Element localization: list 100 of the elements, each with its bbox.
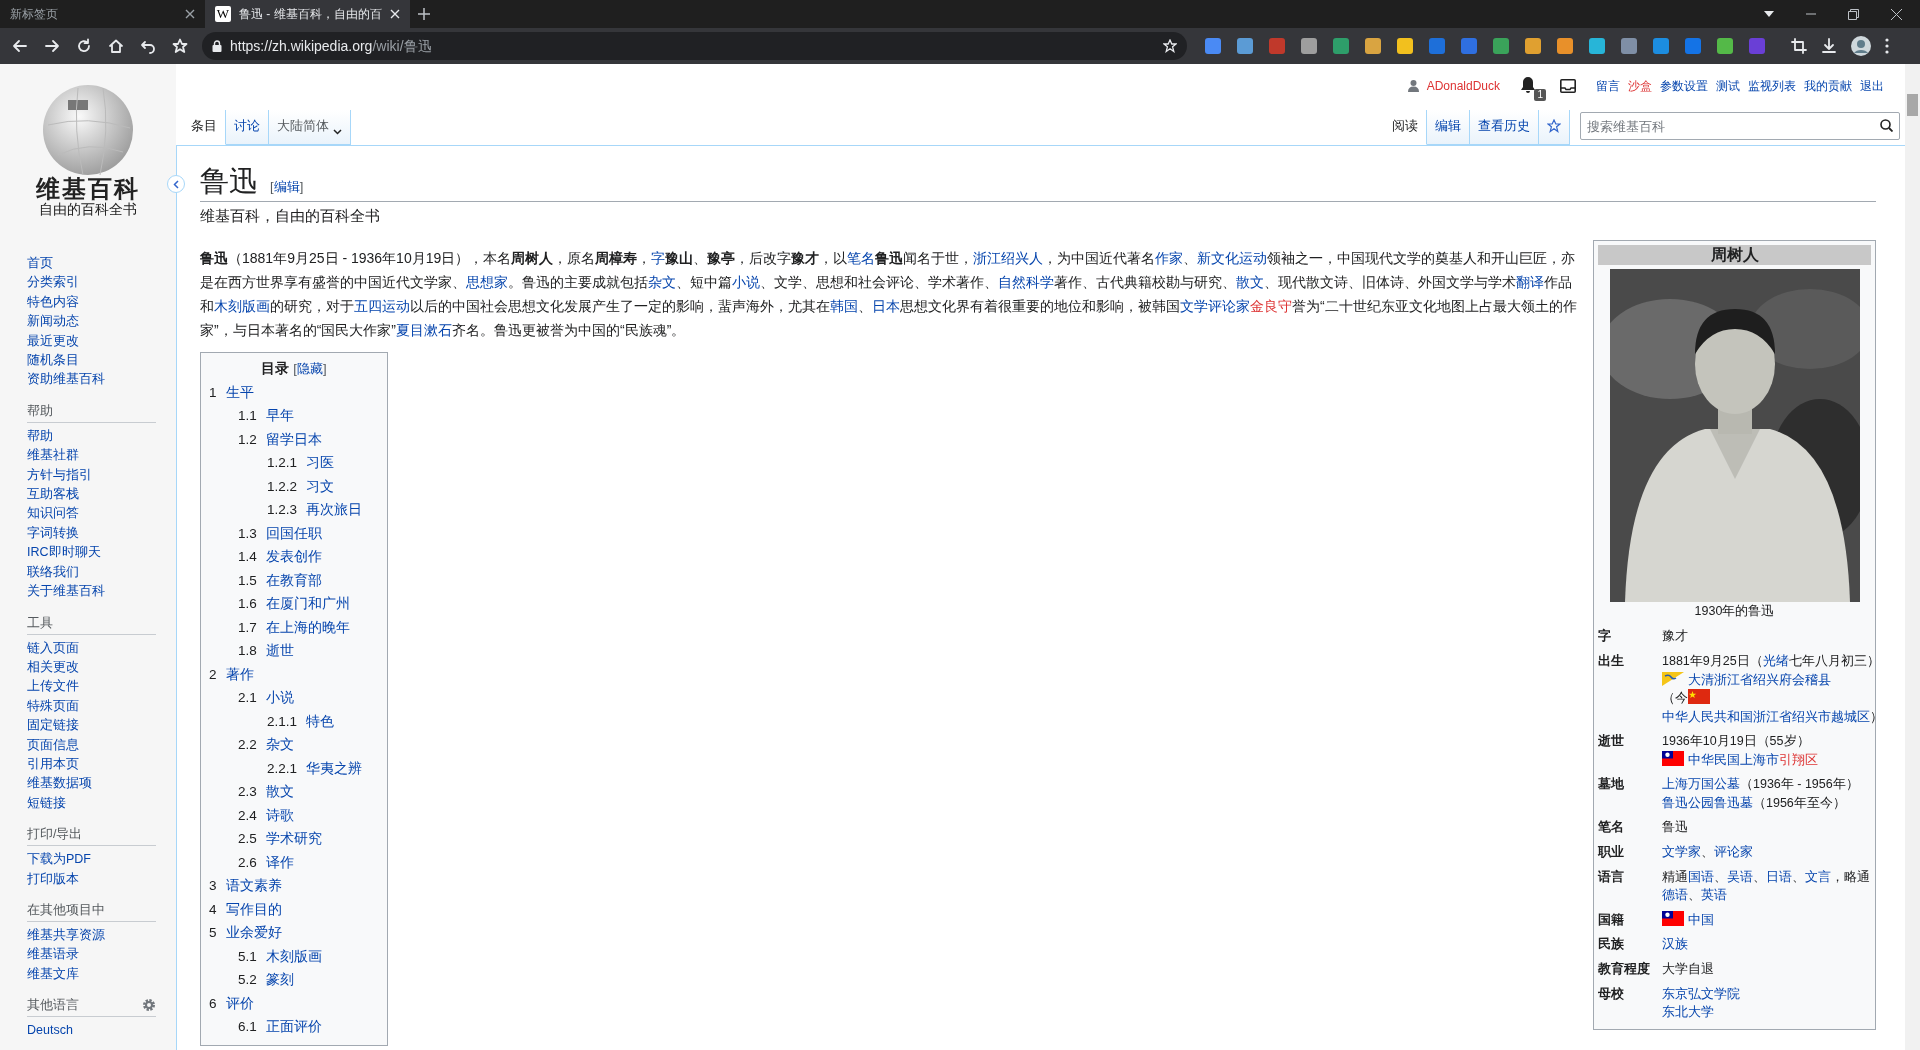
- tray-icon[interactable]: [1560, 79, 1576, 93]
- article-link[interactable]: 作家: [1155, 249, 1184, 266]
- sidebar-link[interactable]: 链入页面: [27, 638, 79, 658]
- restore-icon[interactable]: [1848, 8, 1859, 20]
- sidebar-link[interactable]: 打印版本: [27, 869, 79, 889]
- article-link[interactable]: 德语: [1662, 888, 1688, 903]
- toc-link[interactable]: 1.5 在教育部: [238, 568, 322, 593]
- globe-logo[interactable]: [43, 85, 133, 176]
- sidebar-link[interactable]: 帮助: [27, 426, 53, 447]
- sidebar-link[interactable]: 固定链接: [27, 716, 79, 736]
- article-link[interactable]: 大清浙江省绍兴府会稽县: [1688, 672, 1831, 687]
- article-link[interactable]: 自然科学: [998, 273, 1054, 290]
- close-icon[interactable]: [185, 9, 195, 19]
- toc-link[interactable]: 1.3 回国任职: [238, 521, 322, 546]
- article-link[interactable]: 五四运动: [354, 297, 410, 314]
- article-link[interactable]: 中华民国上海市: [1688, 752, 1779, 767]
- user-link[interactable]: 监视列表: [1748, 77, 1796, 95]
- article-link[interactable]: 散文: [1236, 273, 1264, 290]
- sidebar-link[interactable]: 随机条目: [27, 351, 79, 371]
- toc-link[interactable]: 5.1 木刻版画: [238, 944, 322, 969]
- sidebar-link[interactable]: 最近更改: [27, 331, 79, 352]
- article-link[interactable]: 夏目漱石: [396, 321, 452, 338]
- reload-icon[interactable]: [76, 38, 92, 54]
- user-link[interactable]: 测试: [1716, 77, 1740, 95]
- sidebar-link[interactable]: 页面信息: [27, 735, 79, 755]
- caret-icon[interactable]: [1764, 11, 1774, 17]
- sidebar-link[interactable]: Deutsch: [27, 1021, 73, 1041]
- home-icon[interactable]: [108, 38, 124, 54]
- toc-link[interactable]: 2 著作: [209, 662, 254, 687]
- view-tab[interactable]: 查看历史: [1470, 110, 1539, 145]
- article-link[interactable]: 日语: [1766, 869, 1792, 884]
- article-link[interactable]: 小说: [732, 273, 760, 290]
- missing-page-link[interactable]: 金良守: [1250, 297, 1292, 314]
- browser-tab[interactable]: W 鲁迅 - 维基百科，自由的百: [205, 0, 410, 28]
- toc-link[interactable]: 2.4 诗歌: [238, 803, 294, 828]
- article-link[interactable]: 新文化运动: [1197, 249, 1268, 266]
- article-link[interactable]: 吴语: [1727, 869, 1753, 884]
- undo-icon[interactable]: [140, 38, 156, 54]
- sidebar-link[interactable]: 特殊页面: [27, 696, 79, 717]
- sidebar-link[interactable]: 资助维基百科: [27, 370, 105, 390]
- user-link[interactable]: 沙盒: [1628, 77, 1652, 95]
- toc-link[interactable]: 1.8 逝世: [238, 639, 294, 663]
- view-tab[interactable]: 编辑: [1427, 110, 1470, 145]
- sidebar-link[interactable]: 维基数据项: [27, 774, 92, 794]
- back-icon[interactable]: [12, 38, 28, 54]
- toc-link[interactable]: 1.7 在上海的晚年: [238, 615, 350, 640]
- article-link[interactable]: 文学家: [1662, 844, 1701, 859]
- user-link[interactable]: 参数设置: [1660, 77, 1708, 95]
- article-link[interactable]: 木刻版画: [214, 297, 270, 314]
- article-link[interactable]: 翻译: [1516, 273, 1544, 290]
- missing-page-link[interactable]: 引翔区: [1779, 752, 1818, 767]
- scrollbar[interactable]: [1905, 64, 1920, 1050]
- user-link[interactable]: 退出: [1860, 77, 1884, 95]
- browser-tab[interactable]: 新标签页: [0, 0, 205, 28]
- forward-icon[interactable]: [44, 38, 60, 54]
- toc-link[interactable]: 2.1 小说: [238, 686, 294, 710]
- toc-link[interactable]: 1.2.3 再次旅日: [267, 498, 363, 522]
- toc-link[interactable]: 1.2.1 习医: [267, 451, 335, 475]
- toc-link[interactable]: 2.6 译作: [238, 850, 294, 875]
- sidebar-link[interactable]: 短链接: [27, 793, 66, 814]
- sidebar-link[interactable]: 相关更改: [27, 657, 79, 678]
- article-link[interactable]: 鲁迅公园鲁迅墓: [1662, 795, 1753, 810]
- sidebar-link[interactable]: 互助客栈: [27, 485, 79, 505]
- address-bar[interactable]: https://zh.wikipedia.org/wiki/鲁迅: [202, 32, 1187, 60]
- sidebar-link[interactable]: 方针与指引: [27, 465, 92, 486]
- sidebar-link[interactable]: 字词转换: [27, 523, 79, 544]
- article-link[interactable]: 字: [651, 249, 666, 266]
- sidebar-link[interactable]: 维基社群: [27, 446, 79, 466]
- article-link[interactable]: 英语: [1701, 888, 1727, 903]
- article-link[interactable]: 国语: [1688, 869, 1714, 884]
- article-link[interactable]: 东北大学: [1662, 1005, 1714, 1020]
- sidebar-link[interactable]: 知识问答: [27, 504, 79, 524]
- download-icon[interactable]: [1821, 38, 1837, 54]
- toc-link[interactable]: 2.5 学术研究: [238, 827, 322, 851]
- article-link[interactable]: 中国: [1688, 912, 1714, 927]
- article-link[interactable]: 韩国: [830, 297, 858, 314]
- sidebar-link[interactable]: 联络我们: [27, 562, 79, 583]
- toc-link[interactable]: 1.2 留学日本: [238, 427, 322, 452]
- toc-link[interactable]: 1 生平: [209, 380, 254, 405]
- toc-link[interactable]: 1.2.2 习文: [267, 474, 335, 499]
- sidebar-link[interactable]: 新闻动态: [27, 312, 79, 332]
- sidebar-link[interactable]: 维基语录: [27, 945, 79, 965]
- toc-link[interactable]: 2.1.1 特色: [267, 709, 335, 734]
- sidebar-link[interactable]: 维基文库: [27, 964, 79, 985]
- toc-link[interactable]: 5.2 篆刻: [238, 968, 294, 992]
- settings-icon[interactable]: [142, 998, 156, 1013]
- avatar-icon[interactable]: [1851, 36, 1871, 56]
- sidebar-link[interactable]: 分类索引: [27, 273, 79, 293]
- user-link[interactable]: 我的贡献: [1804, 77, 1852, 95]
- article-link[interactable]: 东京弘文学院: [1662, 986, 1740, 1001]
- watch-star-button[interactable]: [1539, 110, 1570, 145]
- search-icon[interactable]: [1880, 119, 1893, 132]
- toc-link[interactable]: 6 评价: [209, 991, 254, 1016]
- sidebar-link[interactable]: 引用本页: [27, 754, 79, 775]
- page-tab[interactable]: 讨论: [226, 110, 269, 145]
- bookmark-star-icon[interactable]: [1163, 39, 1177, 53]
- sidebar-link[interactable]: 上传文件: [27, 677, 79, 697]
- article-link[interactable]: 中华人民共和国浙江省绍兴市越城区: [1662, 709, 1870, 724]
- sidebar-link[interactable]: IRC即时聊天: [27, 543, 101, 563]
- article-link[interactable]: 杂文: [648, 273, 676, 290]
